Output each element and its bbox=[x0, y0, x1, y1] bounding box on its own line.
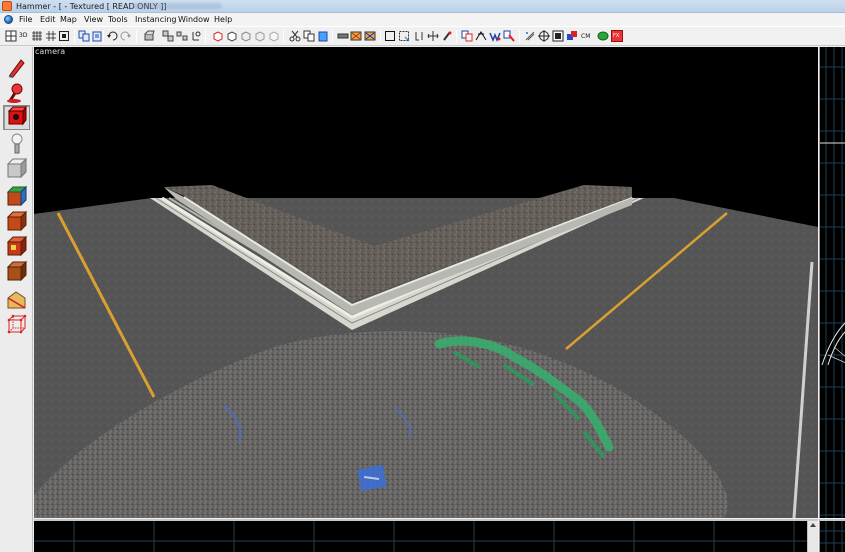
vertex-icon bbox=[7, 314, 27, 334]
title-bar: Hammer - [ - Textured [ READ ONLY ]] bbox=[0, 0, 845, 13]
scale-icon[interactable] bbox=[441, 30, 453, 42]
view-2d-grid-icon[interactable] bbox=[5, 30, 17, 42]
paste-icon[interactable] bbox=[91, 30, 103, 42]
copy-selection-icon[interactable] bbox=[303, 30, 315, 42]
menu-instancing[interactable]: Instancing bbox=[135, 13, 176, 26]
map-properties-icon[interactable] bbox=[489, 30, 501, 42]
undo-icon[interactable] bbox=[106, 30, 118, 42]
menu-bar: File Edit Map View Tools Instancing Wind… bbox=[0, 13, 845, 26]
check-problems-icon[interactable] bbox=[475, 30, 487, 42]
tool-palette bbox=[0, 47, 33, 552]
toolbar-separator bbox=[136, 30, 137, 43]
carve-icon[interactable] bbox=[143, 30, 155, 42]
bottom-2d-viewport[interactable] bbox=[34, 519, 818, 552]
cordon-icon[interactable] bbox=[268, 30, 280, 42]
paste-selection-icon[interactable] bbox=[317, 30, 329, 42]
select-by-handles-icon[interactable] bbox=[398, 30, 410, 42]
texture-alignment-icon[interactable] bbox=[364, 30, 376, 42]
view-3d-button[interactable]: 3D bbox=[19, 31, 27, 41]
texture-lock-icon[interactable] bbox=[337, 30, 349, 42]
cut-icon[interactable] bbox=[289, 30, 301, 42]
fx-draw-label: FX bbox=[613, 33, 620, 39]
entity-icon bbox=[11, 133, 23, 154]
apply-texture-icon bbox=[6, 210, 28, 232]
bounding-box-icon[interactable] bbox=[384, 30, 396, 42]
camera-icon bbox=[7, 106, 27, 126]
show-all-icon[interactable] bbox=[240, 30, 252, 42]
toolbar-separator bbox=[205, 30, 206, 43]
menu-help[interactable]: Help bbox=[214, 13, 232, 26]
toolbar-separator bbox=[380, 30, 381, 43]
camera-tool[interactable] bbox=[3, 105, 30, 130]
compile-mode-button[interactable]: CM bbox=[581, 32, 590, 42]
fx-draw-button[interactable]: FX bbox=[611, 30, 623, 42]
toolbar-separator bbox=[519, 30, 520, 43]
snap-grid-icon[interactable] bbox=[58, 30, 70, 42]
redo-icon[interactable] bbox=[120, 30, 132, 42]
vertex-tool[interactable] bbox=[3, 312, 30, 337]
side-2d-viewport[interactable] bbox=[819, 47, 845, 518]
menu-view[interactable]: View bbox=[84, 13, 103, 26]
globe-icon[interactable] bbox=[4, 15, 13, 24]
viewport-label: camera bbox=[35, 47, 66, 56]
clip-icon bbox=[7, 291, 26, 309]
entity-report-icon[interactable] bbox=[461, 30, 473, 42]
apply-current-texture-tool[interactable] bbox=[3, 209, 30, 234]
hammer-editor-window: Hammer - [ - Textured [ READ ONLY ]] Fil… bbox=[0, 0, 845, 552]
texture-scaling-lock-icon[interactable] bbox=[350, 30, 362, 42]
menu-file[interactable]: File bbox=[19, 13, 32, 26]
menu-tools[interactable]: Tools bbox=[108, 13, 128, 26]
selection-icon bbox=[8, 59, 25, 78]
block-tool[interactable] bbox=[3, 156, 30, 181]
clipping-tool[interactable] bbox=[3, 287, 30, 312]
hide-selected-icon[interactable] bbox=[212, 30, 224, 42]
entity-tool[interactable] bbox=[3, 131, 30, 156]
grid-2d-corner bbox=[820, 521, 845, 552]
menu-map[interactable]: Map bbox=[60, 13, 77, 26]
menu-window[interactable]: Window bbox=[178, 13, 210, 26]
run-map-icon[interactable] bbox=[503, 30, 515, 42]
magnify-tool[interactable] bbox=[3, 80, 30, 105]
visgroup-icon[interactable] bbox=[254, 30, 266, 42]
bottom-view-scrollbar[interactable] bbox=[807, 521, 818, 552]
overlay-icon bbox=[6, 260, 28, 282]
toolbar-separator bbox=[103, 30, 104, 43]
tie-to-entity-icon[interactable] bbox=[190, 30, 202, 42]
view-grid-sparse-icon[interactable] bbox=[45, 30, 57, 42]
rotate-icon[interactable] bbox=[427, 30, 439, 42]
view-grid-dense-icon[interactable] bbox=[31, 30, 43, 42]
hide-unselected-icon[interactable] bbox=[226, 30, 238, 42]
flip-icon[interactable] bbox=[413, 30, 425, 42]
models-in-2d-icon[interactable] bbox=[552, 30, 564, 42]
hammer-app-icon bbox=[2, 1, 12, 11]
magnify-icon bbox=[7, 83, 23, 103]
block-icon bbox=[6, 157, 28, 179]
selection-tool[interactable] bbox=[3, 55, 30, 80]
apply-decals-tool[interactable] bbox=[3, 234, 30, 259]
blurred-title-fragment bbox=[132, 3, 222, 9]
main-toolbar: 3D CM FX bbox=[0, 26, 845, 46]
toolbar-separator bbox=[456, 30, 457, 43]
ungroup-icon[interactable] bbox=[176, 30, 188, 42]
menu-edit[interactable]: Edit bbox=[40, 13, 56, 26]
grid-2d-bottom bbox=[34, 521, 818, 552]
group-icon[interactable] bbox=[162, 30, 174, 42]
toggle-helpers-icon[interactable] bbox=[524, 30, 536, 42]
toolbar-separator bbox=[283, 30, 284, 43]
camera-viewport[interactable]: camera bbox=[34, 47, 818, 518]
decal-icon bbox=[6, 235, 28, 257]
texture-application-icon bbox=[6, 185, 28, 207]
crosshair-icon[interactable] bbox=[538, 30, 550, 42]
copy-icon[interactable] bbox=[78, 30, 90, 42]
cubemap-icon[interactable] bbox=[566, 30, 578, 42]
toolbar-separator bbox=[332, 30, 333, 43]
textured-3d-scene bbox=[34, 185, 818, 518]
apply-overlays-tool[interactable] bbox=[3, 259, 30, 284]
scroll-up-arrow-icon[interactable] bbox=[810, 523, 816, 527]
texture-application-tool[interactable] bbox=[3, 184, 30, 209]
leaf-green-icon[interactable] bbox=[597, 30, 609, 42]
grid-2d-right bbox=[820, 47, 845, 518]
toolbar-separator bbox=[74, 30, 75, 43]
corner-2d-viewport[interactable] bbox=[819, 519, 845, 552]
